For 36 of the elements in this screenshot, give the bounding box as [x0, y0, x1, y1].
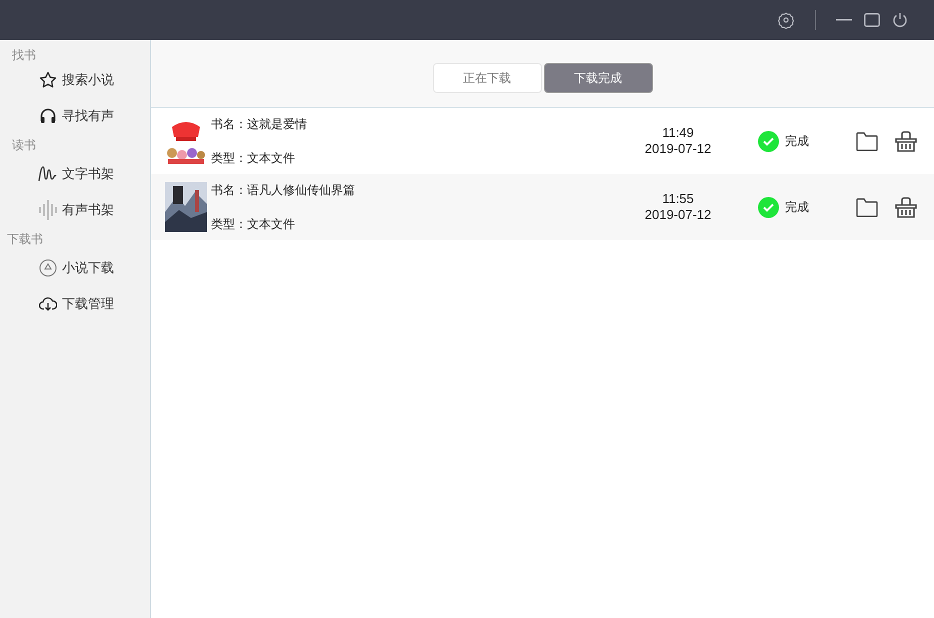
download-time: 11:49: [662, 125, 694, 141]
sidebar-item[interactable]: 有声书架: [0, 192, 150, 228]
sidebar-item[interactable]: 文字书架: [0, 156, 150, 192]
book-title: 书名：这就是爱情: [211, 116, 308, 133]
folder-icon[interactable]: [856, 132, 878, 150]
section-heading: 读书: [12, 138, 36, 152]
cloud-download-icon: [39, 296, 57, 312]
minimize-icon[interactable]: [836, 19, 852, 21]
tab[interactable]: 下载完成: [544, 63, 652, 93]
check-icon: [758, 196, 779, 218]
tab[interactable]: 正在下载: [432, 63, 542, 93]
book-title: 书名：语凡人修仙传仙界篇: [211, 182, 356, 199]
download-date: 2019-07-12: [644, 141, 712, 157]
book-type: 类型：文本文件: [211, 216, 296, 233]
sound-bars-icon: [38, 200, 58, 220]
status-label: 完成: [785, 199, 809, 216]
folder-icon[interactable]: [856, 198, 878, 216]
section-heading: 找书: [12, 48, 36, 62]
basket-icon[interactable]: [895, 130, 917, 152]
download-time: 11:55: [662, 191, 694, 207]
power-icon[interactable]: [892, 12, 908, 28]
sidebar-item[interactable]: 寻找有声: [0, 98, 150, 134]
sidebar-item[interactable]: 搜索小说: [0, 62, 150, 98]
section-heading: 下载书: [7, 232, 43, 246]
download-date: 2019-07-12: [644, 207, 712, 223]
status-label: 完成: [785, 133, 809, 150]
settings-icon[interactable]: [777, 11, 795, 29]
basket-icon[interactable]: [895, 196, 917, 218]
sidebar-item[interactable]: 小说下载: [0, 250, 150, 286]
sidebar-item[interactable]: 下载管理: [0, 286, 150, 322]
star-icon: [39, 71, 57, 89]
wave-icon: [38, 165, 58, 183]
check-icon: [758, 130, 779, 152]
headphones-icon: [39, 107, 57, 125]
book-type: 类型：文本文件: [211, 150, 296, 167]
maximize-icon[interactable]: [864, 13, 880, 27]
